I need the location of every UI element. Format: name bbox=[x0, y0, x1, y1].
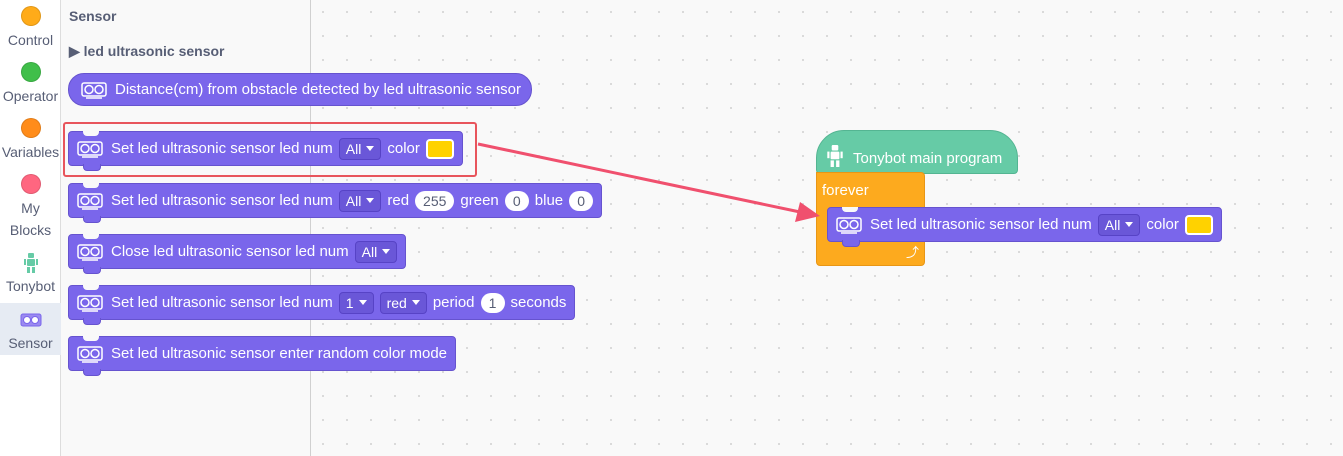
block-text: Close led ultrasonic sensor led num bbox=[111, 243, 349, 260]
color-picker[interactable] bbox=[425, 138, 454, 159]
caret-down-icon bbox=[1125, 222, 1134, 227]
red-input[interactable]: 255 bbox=[415, 190, 455, 211]
main-program-hat-block[interactable]: Tonybot main program bbox=[816, 130, 1018, 174]
led-num-dropdown[interactable]: All bbox=[338, 137, 382, 160]
block-text: Set led ultrasonic sensor led num bbox=[870, 216, 1092, 233]
category-label: Tonybot bbox=[5, 278, 56, 294]
ultrasonic-sensor-icon bbox=[79, 79, 109, 101]
category-variables[interactable]: Variables bbox=[0, 118, 61, 163]
variables-dot-icon bbox=[20, 118, 41, 138]
caret-down-icon bbox=[366, 146, 375, 151]
operator-dot-icon bbox=[20, 62, 41, 82]
block-text: Set led ultrasonic sensor led num bbox=[111, 294, 333, 311]
forever-label: forever bbox=[822, 182, 869, 199]
block-text: Distance(cm) from obstacle detected by l… bbox=[115, 81, 522, 98]
green-label: green bbox=[460, 192, 499, 209]
seconds-label: seconds bbox=[510, 294, 567, 311]
blink-led-block[interactable]: Set led ultrasonic sensor led num 1 red … bbox=[68, 285, 576, 325]
led-num-dropdown[interactable]: All bbox=[1097, 213, 1141, 236]
ultrasonic-sensor-icon bbox=[834, 214, 864, 236]
ultrasonic-sensor-icon bbox=[0, 309, 61, 331]
inner-set-led-color-block[interactable]: Set led ultrasonic sensor led num All co… bbox=[827, 207, 1222, 247]
category-label: My Blocks bbox=[9, 200, 52, 238]
caret-down-icon bbox=[366, 198, 375, 203]
ultrasonic-sensor-icon bbox=[75, 241, 105, 263]
dropdown-value: All bbox=[361, 243, 378, 260]
category-my-blocks[interactable]: My Blocks bbox=[0, 174, 61, 241]
color-dropdown[interactable]: red bbox=[379, 291, 427, 314]
set-led-color-block[interactable]: Set led ultrasonic sensor led num All co… bbox=[68, 131, 463, 171]
block-palette: Sensor ▶ led ultrasonic sensor bbox=[61, 0, 311, 456]
led-num-dropdown[interactable]: All bbox=[338, 189, 382, 212]
category-operator[interactable]: Operator bbox=[0, 62, 61, 107]
period-input[interactable]: 1 bbox=[480, 292, 505, 313]
dropdown-value: All bbox=[345, 140, 362, 157]
blue-input[interactable]: 0 bbox=[569, 190, 594, 211]
caret-down-icon bbox=[358, 300, 367, 305]
robot-icon bbox=[0, 252, 61, 274]
led-num-dropdown[interactable]: 1 bbox=[338, 291, 374, 314]
palette-title: Sensor bbox=[69, 8, 117, 24]
category-tonybot[interactable]: Tonybot bbox=[0, 252, 61, 297]
block-text: Set led ultrasonic sensor led num bbox=[111, 140, 333, 157]
dropdown-value: All bbox=[345, 192, 362, 209]
caret-down-icon bbox=[382, 249, 391, 254]
palette-section-label[interactable]: ▶ led ultrasonic sensor bbox=[69, 43, 224, 60]
dropdown-value: 1 bbox=[345, 294, 354, 311]
caret-down-icon bbox=[411, 300, 420, 305]
led-num-dropdown[interactable]: All bbox=[354, 240, 398, 263]
ultrasonic-sensor-icon bbox=[75, 190, 105, 212]
dropdown-value: red bbox=[386, 294, 407, 311]
my-blocks-dot-icon bbox=[20, 174, 41, 194]
block-text: Set led ultrasonic sensor enter random c… bbox=[111, 345, 448, 362]
hat-label: Tonybot main program bbox=[853, 149, 1003, 167]
ultrasonic-sensor-icon bbox=[75, 138, 105, 160]
category-label: Control bbox=[7, 32, 54, 48]
close-led-block[interactable]: Close led ultrasonic sensor led num All bbox=[68, 234, 407, 274]
category-menu: Control Operator Variables My Blocks Ton… bbox=[0, 0, 61, 456]
ultrasonic-sensor-icon bbox=[75, 292, 105, 314]
category-label: Sensor bbox=[8, 335, 53, 351]
category-sensor[interactable]: Sensor bbox=[0, 303, 61, 355]
category-label: Variables bbox=[1, 144, 60, 160]
green-input[interactable]: 0 bbox=[504, 190, 529, 211]
blue-label: blue bbox=[534, 192, 564, 209]
red-label: red bbox=[387, 192, 410, 209]
random-color-block[interactable]: Set led ultrasonic sensor enter random c… bbox=[68, 336, 457, 376]
block-text: color bbox=[1146, 216, 1179, 233]
control-dot-icon bbox=[20, 6, 41, 26]
category-label: Operator bbox=[2, 88, 59, 104]
block-text: color bbox=[387, 140, 420, 157]
block-text: Set led ultrasonic sensor led num bbox=[111, 192, 333, 209]
set-led-rgb-block[interactable]: Set led ultrasonic sensor led num All re… bbox=[68, 183, 603, 223]
ultrasonic-sensor-icon bbox=[75, 343, 105, 365]
color-picker[interactable] bbox=[1184, 214, 1213, 235]
robot-icon bbox=[827, 145, 843, 171]
loop-arrow-icon: ⤴ bbox=[905, 245, 919, 260]
distance-reporter-block[interactable]: Distance(cm) from obstacle detected by l… bbox=[68, 73, 533, 106]
dropdown-value: All bbox=[1104, 216, 1121, 233]
category-control[interactable]: Control bbox=[0, 6, 61, 51]
period-label: period bbox=[432, 294, 475, 311]
